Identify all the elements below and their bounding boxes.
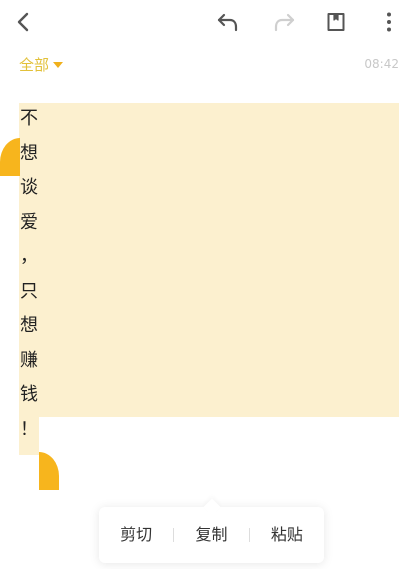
- bookmark-button[interactable]: [320, 6, 352, 38]
- message-char: 想: [20, 315, 38, 336]
- message-char: 爱: [20, 211, 38, 233]
- message-char: 不: [20, 108, 38, 129]
- reply-icon: [217, 13, 238, 32]
- more-button[interactable]: [373, 6, 405, 38]
- folder-dropdown[interactable]: 全部: [19, 54, 64, 75]
- caret-down-icon: [53, 61, 64, 68]
- selection-end-handle[interactable]: [39, 452, 59, 490]
- message-meta-row: 全部 08:42: [0, 52, 412, 78]
- message-char: 赚: [20, 349, 38, 371]
- back-icon: [17, 12, 29, 32]
- message-char: 想: [20, 142, 38, 164]
- folder-label: 全部: [19, 56, 50, 74]
- top-toolbar: [0, 0, 412, 44]
- forward-button[interactable]: [268, 6, 300, 38]
- selection-start-handle[interactable]: [0, 138, 20, 176]
- paste-button[interactable]: 粘贴: [250, 507, 324, 563]
- message-char: 钱: [20, 384, 38, 405]
- message-body[interactable]: 不 想 谈 爱 ， 只 想 赚 钱 ！: [19, 102, 41, 447]
- message-char: 谈: [20, 177, 38, 198]
- text-context-menu: 剪切 复制 粘贴: [99, 498, 324, 563]
- reply-button[interactable]: [212, 6, 244, 38]
- forward-icon: [274, 13, 295, 32]
- text-selection-highlight: [19, 103, 399, 417]
- message-time: 08:42: [364, 57, 399, 71]
- copy-button[interactable]: 复制: [174, 507, 248, 563]
- back-button[interactable]: [8, 6, 40, 38]
- message-char: 只: [20, 280, 38, 302]
- bookmark-icon: [327, 13, 345, 31]
- cut-button[interactable]: 剪切: [99, 507, 173, 563]
- message-char: ，: [20, 246, 38, 267]
- more-icon: [387, 12, 391, 32]
- message-char: ！: [20, 418, 38, 440]
